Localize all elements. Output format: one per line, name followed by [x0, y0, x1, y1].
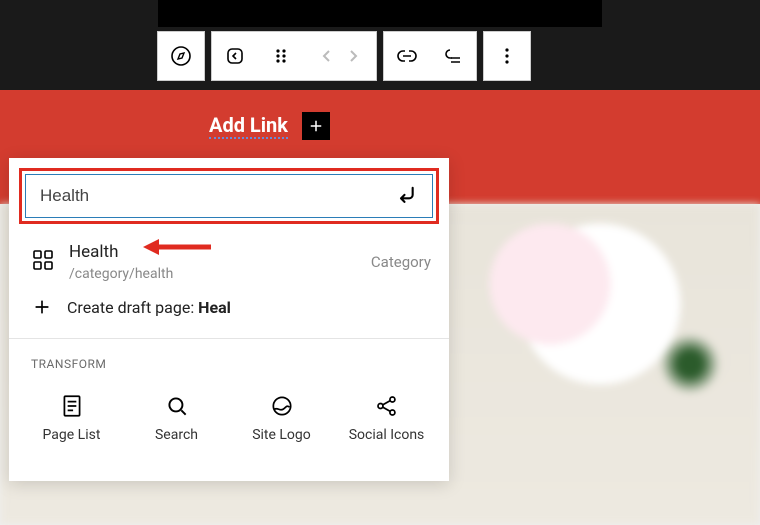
- toolbar-more-options-button[interactable]: [484, 32, 530, 80]
- page-list-icon: [59, 393, 85, 419]
- toolbar-block-type-button[interactable]: [158, 32, 204, 80]
- create-draft-page-button[interactable]: Create draft page: Heal: [9, 282, 449, 332]
- transform-heading: TRANSFORM: [9, 339, 449, 381]
- transform-label-page-list: Page List: [43, 427, 101, 445]
- site-logo-icon: [269, 393, 295, 419]
- create-draft-prefix: Create draft page:: [67, 298, 198, 317]
- search-result-item[interactable]: Health /category/health Category: [9, 234, 449, 282]
- toolbar-group-nav: [211, 31, 377, 81]
- category-icon: [31, 248, 55, 276]
- link-popup-panel: Health /category/health Category Create …: [9, 158, 449, 481]
- compass-icon: [169, 44, 193, 68]
- block-preview-strip: [158, 0, 602, 27]
- transform-grid: Page List Search Site Logo Social Icons: [9, 381, 449, 451]
- enter-icon: [394, 182, 422, 210]
- link-search-input[interactable]: [40, 186, 386, 206]
- drag-handle-icon: [269, 44, 293, 68]
- create-draft-label: Create draft page: Heal: [67, 298, 231, 317]
- transform-page-list[interactable]: Page List: [19, 387, 124, 451]
- create-draft-term: Heal: [198, 298, 231, 317]
- toolbar-move-right-button[interactable]: [330, 32, 376, 80]
- add-link-row: Add Link: [209, 112, 330, 140]
- result-type-label: Category: [371, 253, 431, 271]
- block-toolbar: [157, 31, 531, 81]
- transform-label-social-icons: Social Icons: [349, 427, 425, 445]
- toolbar-submenu-button[interactable]: [430, 32, 476, 80]
- share-icon: [374, 393, 400, 419]
- plus-icon: [307, 117, 325, 135]
- submit-link-button[interactable]: [394, 182, 422, 210]
- result-path: /category/health: [69, 266, 357, 282]
- search-highlight-box: [19, 168, 439, 224]
- toolbar-drag-handle[interactable]: [258, 32, 304, 80]
- transform-label-site-logo: Site Logo: [252, 427, 311, 445]
- toolbar-group-more: [483, 31, 531, 81]
- transform-label-search: Search: [155, 427, 198, 445]
- submenu-icon: [441, 44, 465, 68]
- plus-icon: [31, 296, 53, 318]
- toolbar-group-block-type: [157, 31, 205, 81]
- more-options-icon: [495, 44, 519, 68]
- toolbar-select-parent-button[interactable]: [212, 32, 258, 80]
- search-input-wrap: [25, 174, 433, 218]
- transform-search[interactable]: Search: [124, 387, 229, 451]
- add-block-button[interactable]: [302, 112, 330, 140]
- add-link-label[interactable]: Add Link: [209, 113, 288, 139]
- toolbar-group-link: [383, 31, 477, 81]
- search-icon: [164, 393, 190, 419]
- chevron-right-icon: [341, 44, 365, 68]
- back-icon: [223, 44, 247, 68]
- transform-site-logo[interactable]: Site Logo: [229, 387, 334, 451]
- toolbar-link-button[interactable]: [384, 32, 430, 80]
- transform-social-icons[interactable]: Social Icons: [334, 387, 439, 451]
- link-icon: [395, 44, 419, 68]
- annotation-arrow: [143, 236, 213, 262]
